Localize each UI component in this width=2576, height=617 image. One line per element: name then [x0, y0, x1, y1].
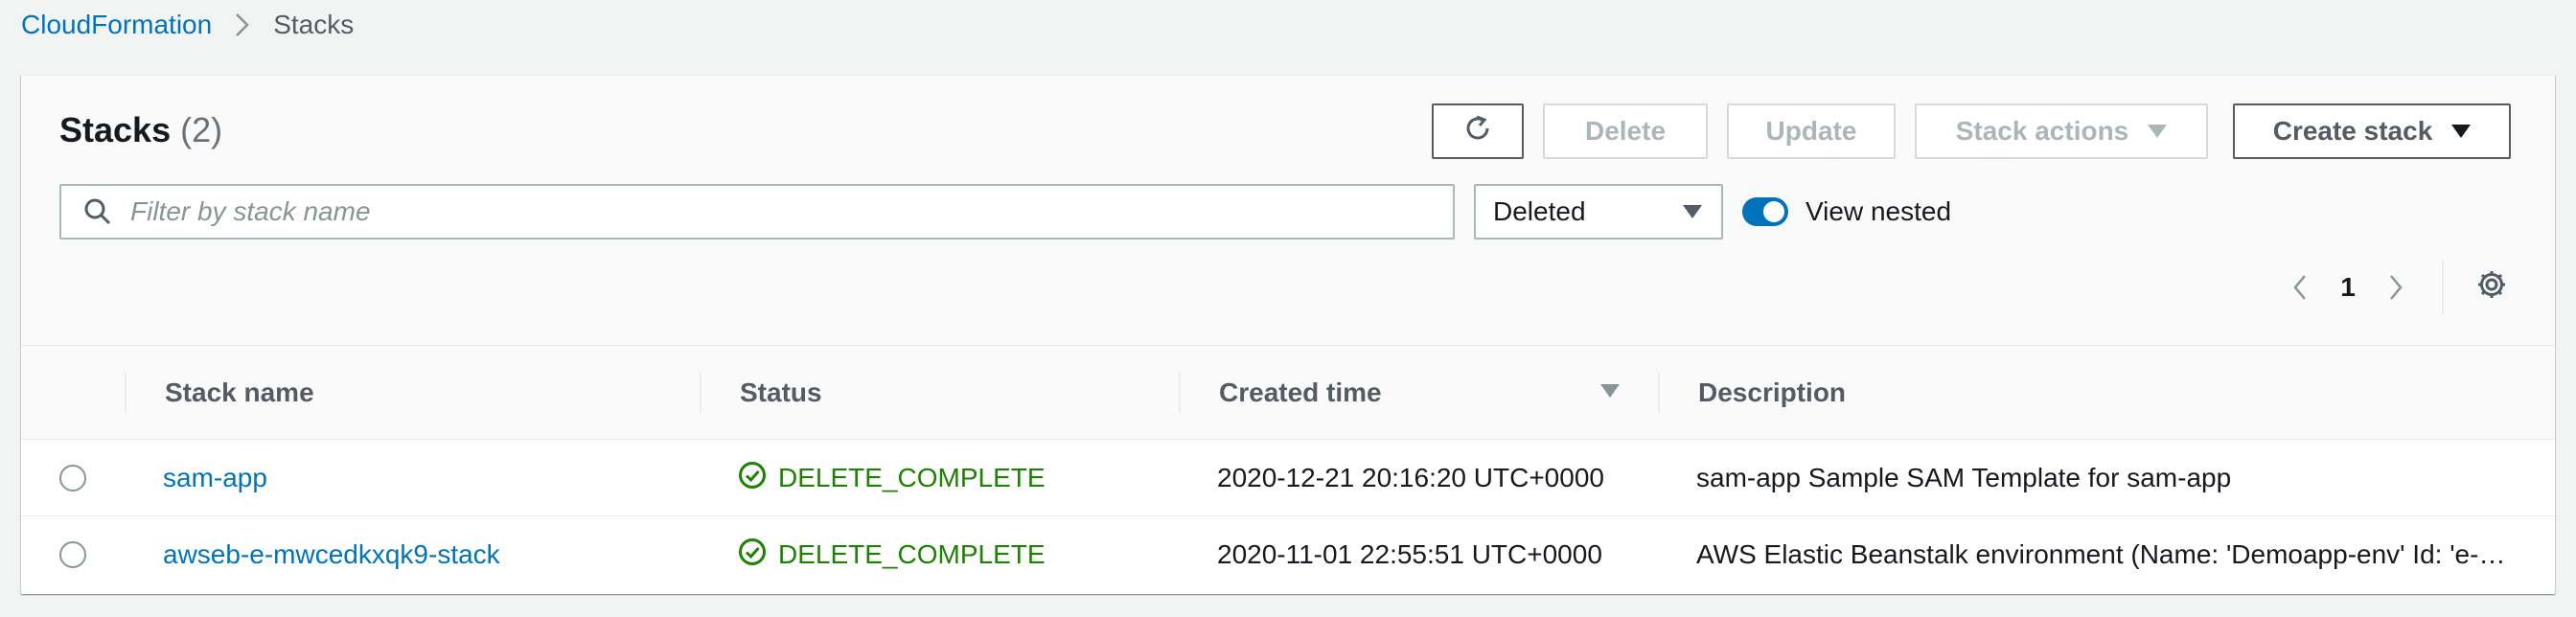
- status-filter-value: Deleted: [1493, 196, 1586, 226]
- row-select-radio[interactable]: [59, 541, 86, 568]
- table-header: Stack name Status Created time Descripti…: [21, 346, 2555, 440]
- column-divider: [1658, 373, 1660, 413]
- status-cell: DELETE_COMPLETE: [738, 440, 1046, 516]
- caret-down-icon: [2451, 125, 2472, 138]
- column-divider: [1179, 373, 1181, 413]
- pagination: 1: [2281, 263, 2415, 311]
- stack-actions-button[interactable]: Stack actions: [1915, 103, 2208, 159]
- check-circle-icon: [738, 537, 767, 573]
- breadcrumb-cloudformation-link[interactable]: CloudFormation: [21, 10, 212, 40]
- refresh-button[interactable]: [1432, 103, 1524, 159]
- chevron-right-icon: [2390, 275, 2403, 300]
- table-row[interactable]: awseb-e-mwcedkxqk9-stack DELETE_COMPLETE…: [21, 516, 2555, 593]
- breadcrumb-current: Stacks: [273, 10, 355, 39]
- view-nested-label: View nested: [1806, 196, 1952, 226]
- chevron-left-icon: [2293, 275, 2306, 300]
- search-input[interactable]: [130, 196, 1453, 227]
- stack-actions-label: Stack actions: [1955, 116, 2129, 146]
- chevron-right-icon: [235, 12, 250, 37]
- search-field[interactable]: [59, 184, 1455, 240]
- description-text: AWS Elastic Beanstalk environment (Name:…: [1696, 539, 2511, 569]
- check-circle-icon: [738, 461, 767, 496]
- title-text: Stacks: [59, 110, 172, 149]
- view-nested-toggle[interactable]: [1742, 197, 1788, 226]
- stack-name-link[interactable]: awseb-e-mwcedkxqk9-stack: [163, 539, 500, 570]
- description-text: sam-app Sample SAM Template for sam-app: [1696, 463, 2232, 492]
- stack-count: (2): [180, 110, 223, 149]
- row-select-radio[interactable]: [59, 465, 86, 491]
- create-stack-label: Create stack: [2272, 116, 2433, 146]
- status-cell: DELETE_COMPLETE: [738, 516, 1046, 593]
- refresh-icon: [1461, 112, 1494, 151]
- create-stack-button[interactable]: Create stack: [2233, 103, 2511, 159]
- table-settings-button[interactable]: [2472, 267, 2511, 306]
- created-time: 2020-11-01 22:55:51 UTC+0000: [1217, 539, 1602, 569]
- status-filter-select[interactable]: Deleted: [1474, 184, 1723, 240]
- column-header-stack-name[interactable]: Stack name: [165, 346, 314, 440]
- column-divider: [125, 373, 126, 413]
- pagination-divider: [2442, 261, 2444, 314]
- next-page-button[interactable]: [2377, 263, 2415, 311]
- column-header-status[interactable]: Status: [740, 346, 822, 440]
- sort-descending-icon[interactable]: [1600, 384, 1620, 398]
- table-row[interactable]: sam-app DELETE_COMPLETE 2020-12-21 20:16…: [21, 440, 2555, 516]
- previous-page-button[interactable]: [2281, 263, 2319, 311]
- created-time: 2020-12-21 20:16:20 UTC+0000: [1217, 463, 1604, 492]
- caret-down-icon: [2148, 125, 2168, 138]
- column-divider: [700, 373, 702, 413]
- update-button[interactable]: Update: [1727, 103, 1896, 159]
- search-icon: [80, 194, 115, 229]
- view-nested-control: View nested: [1742, 184, 1951, 240]
- column-header-created-time[interactable]: Created time: [1219, 346, 1382, 440]
- stack-name-link[interactable]: sam-app: [163, 463, 267, 493]
- stacks-panel: Stacks (2) Delete Update Stack actions C…: [21, 75, 2555, 594]
- page-title: Stacks (2): [59, 110, 222, 150]
- status-text: DELETE_COMPLETE: [778, 539, 1046, 569]
- panel-header: Stacks (2) Delete Update Stack actions C…: [21, 76, 2555, 346]
- breadcrumb: CloudFormation Stacks: [21, 8, 354, 42]
- gear-icon: [2475, 268, 2508, 306]
- current-page-number[interactable]: 1: [2319, 272, 2377, 303]
- column-header-description[interactable]: Description: [1698, 346, 1846, 440]
- caret-down-icon: [1683, 205, 1702, 218]
- delete-button[interactable]: Delete: [1543, 103, 1708, 159]
- status-text: DELETE_COMPLETE: [778, 463, 1046, 492]
